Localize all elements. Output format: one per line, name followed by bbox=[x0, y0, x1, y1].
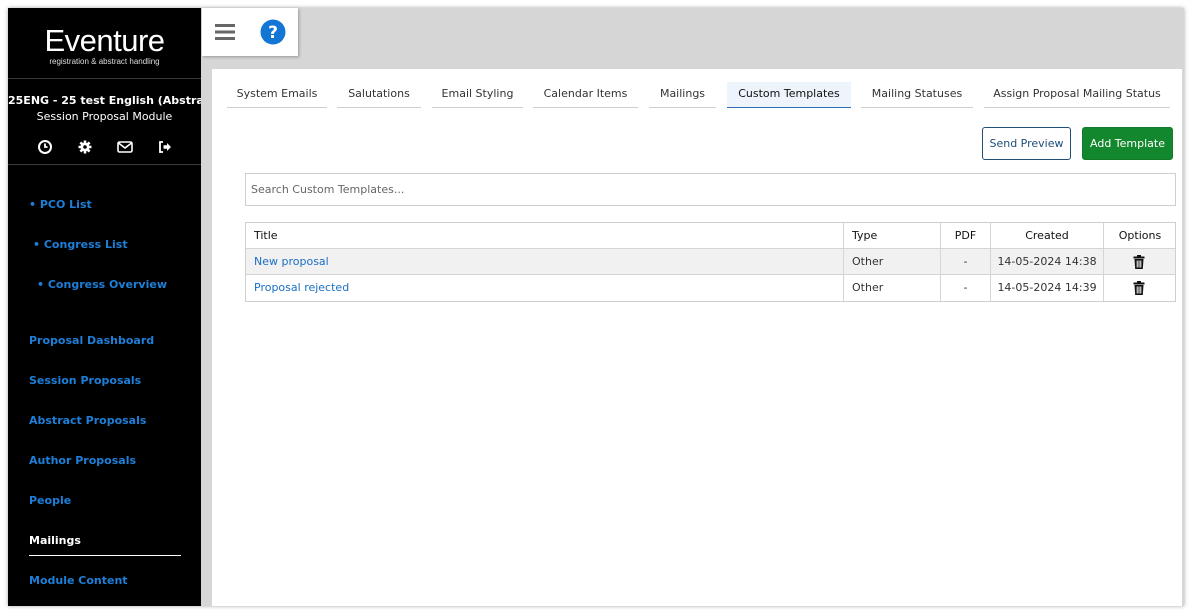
clock-icon[interactable] bbox=[36, 138, 54, 156]
tab-calendar-items[interactable]: Calendar Items bbox=[533, 82, 638, 108]
column-header-title[interactable]: Title bbox=[254, 223, 834, 249]
search-input[interactable] bbox=[245, 173, 1176, 206]
sidebar-item-pco-list[interactable]: • PCO List bbox=[29, 198, 92, 211]
template-created: 14-05-2024 14:39 bbox=[990, 275, 1103, 301]
sidebar-item-congress-overview[interactable]: • Congress Overview bbox=[37, 278, 167, 291]
sidebar-item-session-proposals[interactable]: Session Proposals bbox=[29, 374, 141, 387]
templates-table: Title Type PDF Created Options New propo… bbox=[245, 222, 1176, 302]
table-row: New proposal Other - 14-05-2024 14:38 bbox=[246, 249, 1175, 275]
logo-tagline: registration & abstract handling bbox=[49, 57, 160, 66]
tab-custom-templates[interactable]: Custom Templates bbox=[727, 82, 851, 108]
hamburger-menu-icon[interactable] bbox=[211, 18, 239, 46]
template-created: 14-05-2024 14:38 bbox=[990, 249, 1103, 275]
tab-salutations[interactable]: Salutations bbox=[337, 82, 421, 108]
sidebar-item-abstract-proposals[interactable]: Abstract Proposals bbox=[29, 414, 146, 427]
template-title-link[interactable]: New proposal bbox=[254, 249, 834, 275]
sidebar-item-congress-list[interactable]: • Congress List bbox=[33, 238, 128, 251]
active-item-underline bbox=[29, 555, 181, 556]
template-type: Other bbox=[843, 249, 940, 275]
column-header-options: Options bbox=[1103, 223, 1176, 249]
sidebar-item-proposal-dashboard[interactable]: Proposal Dashboard bbox=[29, 334, 154, 347]
sidebar-divider bbox=[8, 78, 201, 79]
sidebar-icon-bar bbox=[8, 138, 201, 158]
logo-name: Eventure bbox=[44, 23, 165, 58]
sidebar-divider bbox=[8, 164, 201, 165]
tab-mailing-statuses[interactable]: Mailing Statuses bbox=[861, 82, 973, 108]
sidebar: Eventure registration & abstract handlin… bbox=[8, 8, 201, 606]
template-pdf: - bbox=[940, 275, 990, 301]
send-preview-button[interactable]: Send Preview bbox=[982, 127, 1071, 160]
help-icon[interactable]: ? bbox=[259, 18, 287, 46]
tab-mailings[interactable]: Mailings bbox=[649, 82, 716, 108]
column-header-created[interactable]: Created bbox=[990, 223, 1103, 249]
column-header-pdf[interactable]: PDF bbox=[940, 223, 990, 249]
tab-email-styling[interactable]: Email Styling bbox=[432, 82, 523, 108]
gear-icon[interactable] bbox=[76, 138, 94, 156]
sidebar-item-author-proposals[interactable]: Author Proposals bbox=[29, 454, 136, 467]
tab-system-emails[interactable]: System Emails bbox=[227, 82, 327, 108]
sidebar-item-mailings[interactable]: Mailings bbox=[29, 534, 81, 547]
tab-assign-proposal-mailing-status[interactable]: Assign Proposal Mailing Status bbox=[984, 82, 1170, 108]
logo[interactable]: Eventure registration & abstract handlin… bbox=[8, 23, 201, 66]
sign-out-icon[interactable] bbox=[156, 138, 174, 156]
table-header-row: Title Type PDF Created Options bbox=[246, 223, 1175, 249]
template-pdf: - bbox=[940, 249, 990, 275]
template-type: Other bbox=[843, 275, 940, 301]
top-toolbar: ? bbox=[202, 8, 298, 56]
trash-icon[interactable] bbox=[1133, 281, 1145, 295]
envelope-icon[interactable] bbox=[116, 138, 134, 156]
column-header-type[interactable]: Type bbox=[843, 223, 940, 249]
template-title-link[interactable]: Proposal rejected bbox=[254, 275, 834, 301]
add-template-button[interactable]: Add Template bbox=[1082, 127, 1173, 160]
module-name: Session Proposal Module bbox=[36, 110, 173, 123]
trash-icon[interactable] bbox=[1133, 255, 1145, 269]
main-content: System Emails Salutations Email Styling … bbox=[212, 69, 1182, 606]
event-name: 25ENG - 25 test English (Abstracts... bbox=[8, 94, 201, 107]
sidebar-item-module-content[interactable]: Module Content bbox=[29, 574, 128, 587]
sidebar-item-people[interactable]: People bbox=[29, 494, 71, 507]
table-row: Proposal rejected Other - 14-05-2024 14:… bbox=[246, 275, 1175, 301]
svg-text:?: ? bbox=[268, 23, 278, 43]
